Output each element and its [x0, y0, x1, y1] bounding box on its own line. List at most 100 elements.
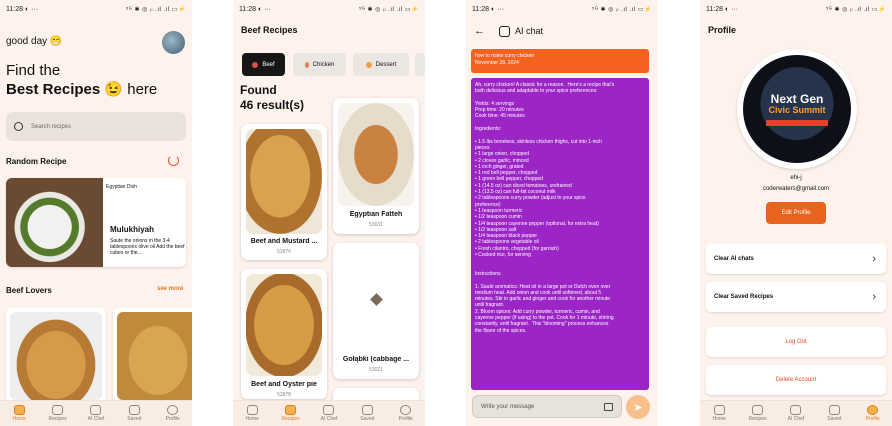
nav-label: Profile	[865, 416, 880, 422]
send-button[interactable]: ➤	[626, 395, 650, 419]
random-recipe-card[interactable]: Egyptian Dish Mulukhiyah Saute the onion…	[6, 178, 186, 267]
nav-label: AI Chef	[320, 416, 338, 422]
send-icon: ➤	[633, 401, 643, 414]
clear-ai-chats-row[interactable]: Clear AI chats ›	[706, 244, 886, 274]
search-placeholder: Search recipes	[31, 123, 72, 130]
back-arrow-icon[interactable]: ←	[474, 25, 485, 37]
recipe-image	[6, 178, 103, 267]
nav-saved[interactable]: Saved	[116, 405, 152, 422]
status-extra: ◐ ···	[490, 5, 505, 13]
recipes-icon	[752, 405, 764, 415]
message-date: November 28, 2024	[475, 60, 519, 66]
edit-profile-button[interactable]: Edit Profile	[766, 202, 826, 224]
recipe-image	[117, 312, 192, 400]
status-icons: ⁵ᴳ ✱ ◎ ᵢₗ .ıl .ıl ▭⚡	[125, 6, 186, 13]
beef-lover-card[interactable]	[6, 308, 106, 404]
nav-recipes[interactable]: Recipes	[740, 405, 776, 422]
refresh-icon[interactable]	[168, 155, 179, 166]
recipe-name: Gołąbki (cabbage ...	[342, 356, 410, 363]
clear-saved-recipes-row[interactable]: Clear Saved Recipes ›	[706, 282, 886, 312]
delete-account-button[interactable]: Delete Account	[706, 365, 886, 395]
nav-label: Saved	[360, 416, 375, 422]
recipe-name: Mulukhiyah	[110, 225, 155, 234]
recipe-id: 53031	[369, 222, 383, 228]
chicken-icon	[304, 61, 309, 68]
nav-label: Saved	[827, 416, 842, 422]
robot-icon	[90, 405, 102, 415]
logo-line2: Civic Summit	[768, 104, 826, 115]
recipes-icon	[52, 405, 64, 415]
message-input[interactable]: Write your message	[472, 395, 622, 418]
response-line: the flavor of the spices.	[475, 327, 527, 334]
nav-recipes[interactable]: Recipes	[40, 405, 76, 422]
nav-label: Profile	[165, 416, 180, 422]
recipe-card[interactable]: Beef and Mustard ... 52874	[241, 124, 327, 260]
beef-lover-card[interactable]	[113, 308, 192, 404]
headline-line1: Find the	[6, 62, 61, 79]
nav-profile[interactable]: Profile	[855, 405, 891, 422]
headline-tail: here	[127, 81, 158, 98]
tab-more[interactable]	[415, 53, 425, 76]
robot-icon	[323, 405, 335, 415]
recipe-card[interactable]: Egyptian Fatteh 53031	[333, 98, 419, 234]
nav-label: Profile	[398, 416, 413, 422]
recipe-card[interactable]: Gołąbki (cabbage ... 53021	[333, 243, 419, 379]
status-time: 11:28	[706, 5, 723, 13]
nav-label: Recipes	[281, 416, 300, 422]
recipe-name: Beef and Oyster pie	[251, 381, 317, 388]
status-icons: ⁵ᴳ ✱ ◎ ᵢₗ .ıl .ıl ▭⚡	[591, 6, 652, 13]
status-time: 11:28	[239, 5, 256, 13]
recipe-card[interactable]: Beef and Oyster pie 52878	[241, 269, 327, 399]
nav-saved[interactable]: Saved	[349, 405, 385, 422]
ai-response: Ah, curry chicken! A classic for a reaso…	[471, 78, 649, 390]
home-icon	[713, 405, 725, 415]
see-more-link[interactable]: see more	[157, 286, 183, 292]
headline-bold: Best Recipes 😉	[6, 81, 124, 98]
nav-aichef[interactable]: AI Chef	[311, 405, 347, 422]
summit-logo: Next Gen Civic Summit	[743, 55, 851, 163]
status-icons: ⁵ᴳ ✱ ◎ ᵢₗ .ıl .ıl ▭⚡	[358, 6, 419, 13]
gallery-icon[interactable]	[604, 402, 613, 411]
ai-chat-screen: 11:28 ◐ ··· ⁵ᴳ ✱ ◎ ᵢₗ .ıl .ıl ▭⚡ ← AI ch…	[466, 0, 658, 426]
nav-saved[interactable]: Saved	[816, 405, 852, 422]
nav-label: Recipes	[748, 416, 767, 422]
page-title: Beef Recipes	[241, 25, 298, 35]
nav-profile[interactable]: Profile	[155, 405, 191, 422]
avatar[interactable]	[162, 31, 185, 54]
recipe-id: 52878	[277, 392, 291, 398]
profile-picture[interactable]: Next Gen Civic Summit	[737, 49, 857, 169]
tab-chicken[interactable]: Chicken	[293, 53, 346, 76]
tab-beef[interactable]: Beef	[242, 53, 285, 76]
nav-home[interactable]: Home	[1, 405, 37, 422]
nav-label: Home	[712, 416, 726, 422]
tab-label: Dessert	[375, 61, 397, 68]
status-extra: ◐ ···	[24, 5, 39, 13]
bottom-nav: Home Recipes AI Chef Saved Profile	[233, 400, 425, 426]
home-icon	[13, 405, 25, 415]
nav-label: AI Chef	[787, 416, 805, 422]
status-bar: 11:28 ◐ ··· ⁵ᴳ ✱ ◎ ᵢₗ .ıl .ıl ▭⚡	[700, 0, 892, 18]
nav-home[interactable]: Home	[701, 405, 737, 422]
robot-icon	[790, 405, 802, 415]
profile-icon	[867, 405, 879, 415]
nav-home[interactable]: Home	[234, 405, 270, 422]
search-input[interactable]: Search recipes	[6, 112, 186, 141]
chevron-right-icon: ›	[872, 291, 876, 303]
image-placeholder-icon	[369, 293, 383, 306]
nav-profile[interactable]: Profile	[388, 405, 424, 422]
status-bar: 11:28 ◐ ··· ⁵ᴳ ✱ ◎ ᵢₗ .ıl .ıl ▭⚡	[0, 0, 192, 18]
tab-dessert[interactable]: Dessert	[353, 53, 409, 76]
nav-label: Saved	[127, 416, 142, 422]
recipe-image	[10, 312, 102, 400]
headline-line2: Best Recipes 😉 here	[6, 80, 157, 98]
count-label: 46 result(s)	[240, 98, 305, 112]
profile-email: coderwaters@gmail.com	[762, 186, 830, 192]
nav-aichef[interactable]: AI Chef	[78, 405, 114, 422]
nav-recipes[interactable]: Recipes	[273, 405, 309, 422]
input-placeholder: Write your message	[481, 403, 535, 410]
logout-button[interactable]: Log Out	[706, 327, 886, 357]
status-bar: 11:28 ◐ ··· ⁵ᴳ ✱ ◎ ᵢₗ .ıl .ıl ▭⚡	[233, 0, 425, 18]
nav-aichef[interactable]: AI Chef	[778, 405, 814, 422]
beef-lovers-title: Beef Lovers	[6, 286, 52, 295]
results-count: Found 46 result(s)	[240, 83, 304, 113]
